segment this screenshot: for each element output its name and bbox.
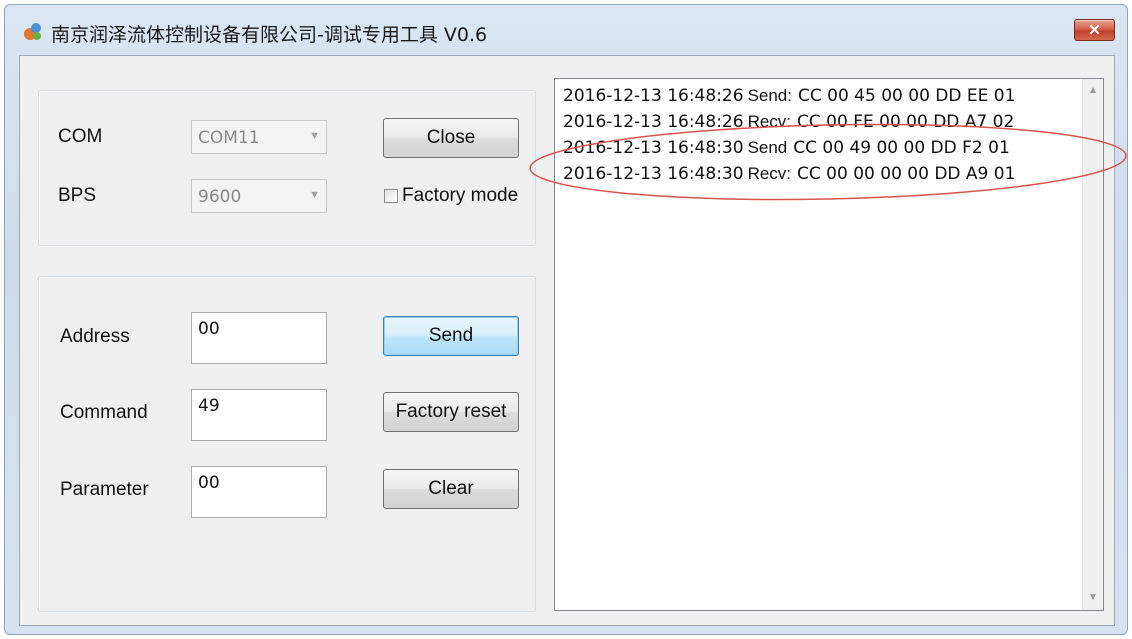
log-bytes: CC 00 00 00 00 DD A9 01 <box>797 164 1016 184</box>
log-bytes: CC 00 49 00 00 DD F2 01 <box>793 138 1010 158</box>
log-direction: Send <box>747 138 788 157</box>
com-label: COM <box>58 126 103 147</box>
log-direction: Recv: <box>747 164 792 183</box>
window-title: 南京润泽流体控制设备有限公司-调试专用工具 V0.6 <box>51 24 488 46</box>
client-area: COM COM11 ▼ Close BPS 9600 ▼ Factory mod… <box>19 55 1115 626</box>
app-icon <box>24 23 41 40</box>
address-label: Address <box>60 326 130 347</box>
parameter-value: 00 <box>198 473 220 493</box>
command-label: Command <box>60 402 148 423</box>
log-timestamp: 2016-12-13 16:48:26 <box>563 112 744 132</box>
log-bytes: CC 00 45 00 00 DD EE 01 <box>798 86 1016 106</box>
com-port-value: COM11 <box>198 128 260 148</box>
chevron-down-icon: ▼ <box>309 189 320 201</box>
log-timestamp: 2016-12-13 16:48:30 <box>563 138 744 158</box>
factory-reset-button[interactable]: Factory reset <box>383 392 519 432</box>
clear-button[interactable]: Clear <box>383 469 519 509</box>
log-line: 2016-12-13 16:48:26 Recv: CC 00 FE 00 00 D… <box>563 109 1015 135</box>
log-direction: Recv: <box>747 112 792 131</box>
command-input[interactable]: 49 <box>191 389 327 441</box>
factory-mode-checkbox-box[interactable] <box>384 189 398 203</box>
log-textbox[interactable]: 2016-12-13 16:48:26 Send: CC 00 45 00 00 D… <box>554 78 1104 611</box>
command-value: 49 <box>198 396 220 416</box>
factory-mode-label: Factory mode <box>402 185 519 206</box>
log-direction: Send: <box>747 86 792 105</box>
parameter-label: Parameter <box>60 479 149 500</box>
title-bar[interactable]: 南京润泽流体控制设备有限公司-调试专用工具 V0.6 ✕ <box>5 5 1127 55</box>
log-line: 2016-12-13 16:48:26 Send: CC 00 45 00 00 D… <box>563 83 1015 109</box>
scroll-down-icon[interactable]: ▼ <box>1083 588 1103 608</box>
close-port-button[interactable]: Close <box>383 118 519 158</box>
bps-label: BPS <box>58 185 97 206</box>
baud-rate-select[interactable]: 9600 ▼ <box>191 179 327 213</box>
log-lines: 2016-12-13 16:48:26 Send: CC 00 45 00 00 D… <box>563 83 1015 187</box>
address-input[interactable]: 00 <box>191 312 327 364</box>
window-close-button[interactable]: ✕ <box>1074 19 1115 41</box>
log-line: 2016-12-13 16:48:30 Recv: CC 00 00 00 00 D… <box>563 161 1015 187</box>
com-port-select[interactable]: COM11 ▼ <box>191 120 327 154</box>
parameter-input[interactable]: 00 <box>191 466 327 518</box>
log-line: 2016-12-13 16:48:30 Send CC 00 49 00 00 DD… <box>563 135 1015 161</box>
baud-rate-value: 9600 <box>198 187 242 207</box>
connection-group <box>38 90 536 246</box>
address-value: 00 <box>198 319 220 339</box>
log-timestamp: 2016-12-13 16:48:26 <box>563 86 744 106</box>
main-window: 南京润泽流体控制设备有限公司-调试专用工具 V0.6 ✕ COM COM11 ▼… <box>4 4 1128 635</box>
log-scrollbar[interactable]: ▲ ▼ <box>1082 79 1103 610</box>
send-button[interactable]: Send <box>383 316 519 356</box>
log-bytes: CC 00 FE 00 00 DD A7 02 <box>797 112 1015 132</box>
log-timestamp: 2016-12-13 16:48:30 <box>563 164 744 184</box>
close-icon: ✕ <box>1088 22 1101 39</box>
chevron-down-icon: ▼ <box>309 130 320 142</box>
scroll-up-icon[interactable]: ▲ <box>1083 81 1103 101</box>
factory-mode-checkbox[interactable]: Factory mode <box>384 185 518 207</box>
